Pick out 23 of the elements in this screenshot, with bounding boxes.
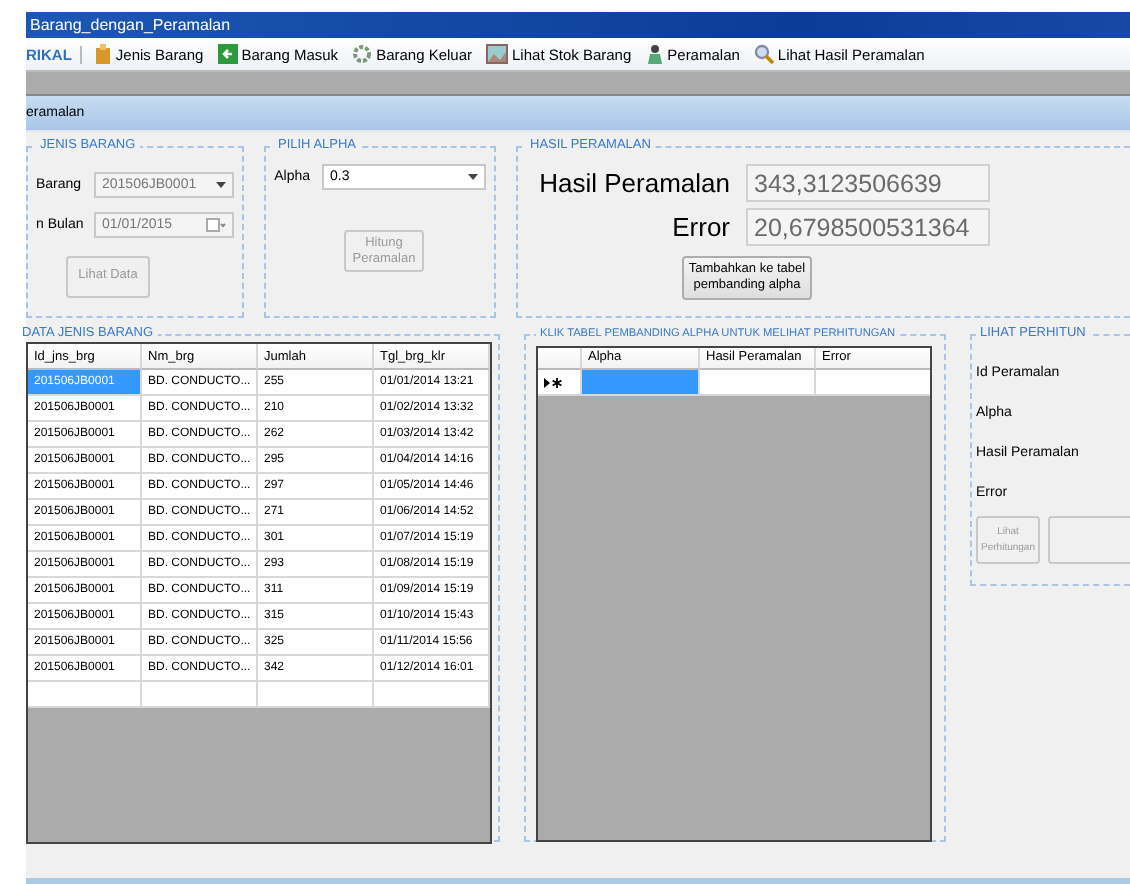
table-cell[interactable] — [582, 370, 700, 396]
table-cell[interactable] — [258, 682, 374, 708]
dropdown-icon — [216, 182, 226, 188]
picture-icon — [486, 44, 509, 64]
calendar-icon — [206, 218, 226, 232]
figure-icon — [645, 44, 664, 64]
field-label: Error — [670, 212, 732, 242]
gear-icon — [352, 44, 373, 64]
cut-off-button[interactable] — [1048, 516, 1130, 564]
window-title: Barang_dengan_Peramalan — [26, 12, 1130, 38]
box-icon — [93, 44, 112, 64]
new-row-icon — [544, 377, 562, 387]
table-cell[interactable] — [142, 682, 258, 708]
result-field[interactable]: 20,6798500531364 — [746, 208, 990, 246]
table-cell[interactable] — [700, 370, 816, 396]
dropdown-icon — [468, 174, 478, 180]
table-cell[interactable] — [374, 682, 490, 708]
table-cell[interactable] — [816, 370, 930, 396]
arrow-icon — [217, 44, 238, 64]
table-cell[interactable] — [28, 682, 142, 708]
field-label: Hasil Peramalan — [537, 168, 732, 198]
search-icon — [753, 44, 774, 64]
result-field[interactable]: 343,3123506639 — [746, 164, 990, 202]
